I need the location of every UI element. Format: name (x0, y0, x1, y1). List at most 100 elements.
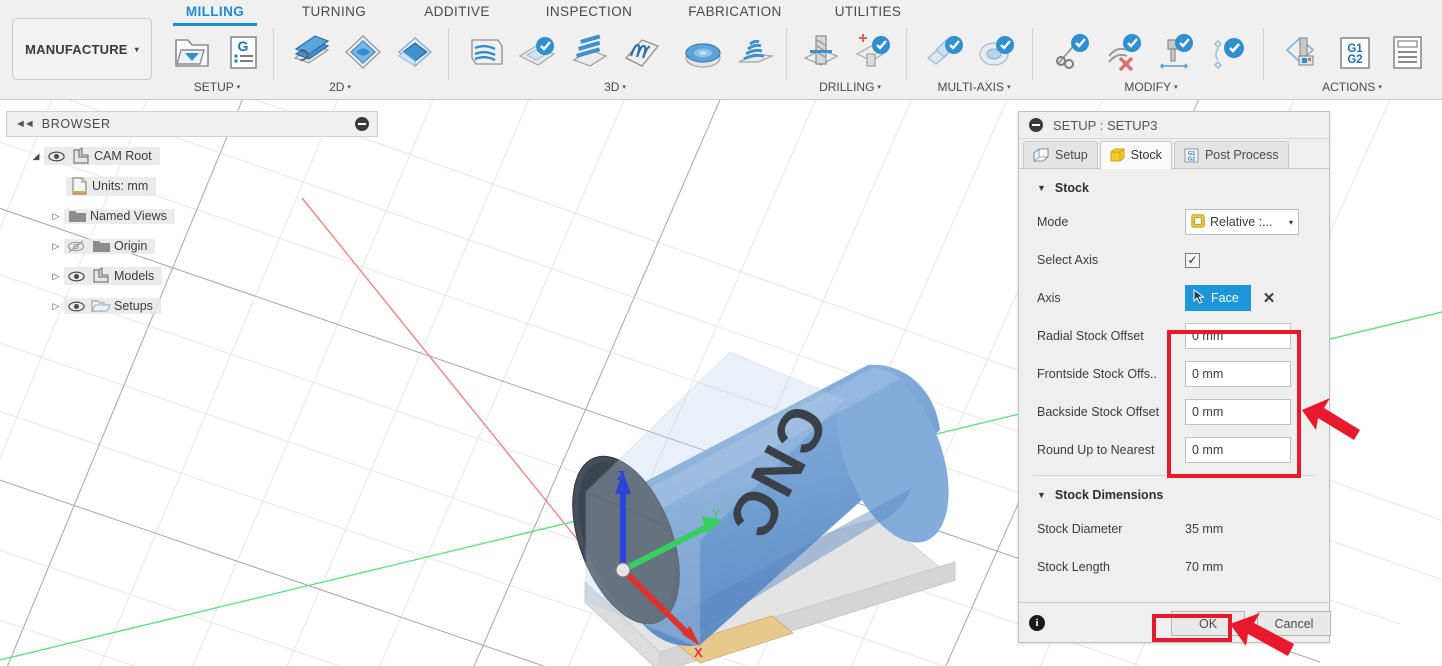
tree-item-label: Origin (114, 239, 148, 253)
select-axis-checkbox[interactable]: ✓ (1185, 252, 1200, 268)
expand-arrow-icon[interactable]: ◢ (28, 151, 44, 162)
label-mode: Mode (1037, 215, 1069, 229)
generate-nc-program-icon[interactable]: G (220, 28, 266, 76)
group-label-multi-axis[interactable]: MULTI-AXIS ▾ (918, 80, 1030, 96)
body-icon (68, 147, 94, 165)
label-stock-length: Stock Length (1037, 560, 1110, 574)
tree-item-units[interactable]: Units: mm (6, 171, 378, 201)
browser-panel: ◄◄ BROWSER ◢ CAM Root Units: mm ▷ Named … (6, 111, 378, 321)
svg-text:G: G (238, 38, 249, 54)
visibility-eye-icon[interactable] (64, 300, 88, 312)
backside-stock-offset-input[interactable]: 0 mm (1185, 399, 1291, 425)
frontside-stock-offset-input[interactable]: 0 mm (1185, 361, 1291, 387)
workspace-label: MANUFACTURE (25, 41, 128, 57)
tab-additive[interactable]: ADDITIVE (410, 4, 504, 24)
group-label-3d[interactable]: 3D ▾ (560, 80, 670, 96)
tab-milling[interactable]: MILLING (170, 4, 260, 24)
tab-post-process[interactable]: G1 G2 Post Process (1173, 141, 1289, 168)
tree-item-label: Units: mm (92, 179, 149, 193)
delete-toolpath-icon[interactable] (1100, 28, 1146, 76)
ok-button-label: OK (1198, 616, 1218, 631)
dialog-body: ▼ Stock Mode Relative :... ▾ Select Axis… (1019, 169, 1329, 602)
cancel-button[interactable]: Cancel (1257, 611, 1331, 636)
simulate-icon[interactable] (1280, 28, 1326, 76)
face-toolpath-icon[interactable] (288, 28, 334, 76)
tab-utilities[interactable]: UTILITIES (812, 4, 924, 24)
tree-item-named-views[interactable]: ▷ Named Views (6, 201, 378, 231)
collapse-triangle-icon[interactable]: ▼ (1037, 490, 1046, 500)
browser-header[interactable]: ◄◄ BROWSER (6, 111, 378, 137)
tab-inspection[interactable]: INSPECTION (530, 4, 648, 24)
pocket-clearing-icon[interactable] (514, 28, 560, 76)
section-header-stock[interactable]: ▼ Stock (1019, 169, 1329, 203)
align-toolpath-icon[interactable] (1204, 28, 1250, 76)
multi-axis-contour-icon[interactable] (922, 28, 968, 76)
expand-arrow-icon[interactable]: ▷ (48, 241, 64, 252)
info-icon[interactable]: i (1029, 614, 1045, 631)
chevron-down-icon: ▾ (877, 84, 881, 91)
tab-stock[interactable]: Stock (1099, 141, 1172, 169)
expand-arrow-icon[interactable]: ▷ (48, 271, 64, 282)
value-stock-length: 70 mm (1185, 560, 1224, 574)
tab-setup[interactable]: Setup (1023, 141, 1098, 168)
group-label-modify[interactable]: MODIFY ▾ (1098, 80, 1204, 96)
frontside-stock-offset-value: 0 mm (1192, 367, 1224, 381)
group-label-actions[interactable]: ACTIONS ▾ (1296, 80, 1408, 96)
tree-item-models[interactable]: ▷ Models (6, 261, 378, 291)
cursor-arrow-icon (1193, 289, 1206, 307)
collapse-triangle-icon[interactable]: ▼ (1037, 183, 1046, 193)
tree-item-origin[interactable]: ▷ Origin (6, 231, 378, 261)
tab-turning[interactable]: TURNING (288, 4, 380, 24)
post-process-icon[interactable]: G1 G2 (1332, 28, 1378, 76)
label-stock-diameter: Stock Diameter (1037, 522, 1123, 536)
expand-arrow-icon[interactable]: ▷ (48, 211, 64, 222)
ribbon-divider (786, 28, 787, 80)
collapse-left-icon[interactable]: ◄◄ (15, 118, 35, 130)
round-up-to-nearest-input[interactable]: 0 mm (1185, 437, 1291, 463)
spiral-toolpath-icon[interactable] (732, 28, 778, 76)
workspace-selector[interactable]: MANUFACTURE ▾ (12, 18, 152, 80)
svg-text:G2: G2 (1188, 156, 1195, 162)
mode-dropdown[interactable]: Relative :... ▾ (1185, 209, 1299, 235)
ok-button[interactable]: OK (1171, 611, 1245, 636)
new-setup-icon[interactable] (168, 28, 214, 76)
dialog-minimize-icon[interactable] (1029, 118, 1043, 132)
group-label-2d[interactable]: 2D ▾ (290, 80, 390, 96)
pocket-toolpath-icon[interactable] (340, 28, 386, 76)
browser-title: BROWSER (41, 117, 111, 131)
axis-face-select-button[interactable]: Face (1185, 285, 1251, 311)
parallel-toolpath-icon[interactable] (618, 28, 664, 76)
row-frontside-stock-offset: Frontside Stock Offs.. 0 mm (1019, 355, 1329, 393)
visibility-eye-icon[interactable] (64, 270, 88, 282)
g-code-icon: G1 G2 (1184, 148, 1199, 163)
add-drill-icon[interactable] (850, 28, 896, 76)
adaptive-clearing-icon[interactable] (462, 28, 508, 76)
slot-toolpath-icon[interactable] (392, 28, 438, 76)
tree-item-cam-root[interactable]: ◢ CAM Root (6, 141, 378, 171)
browser-minimize-icon[interactable] (355, 117, 369, 131)
dialog-title-bar[interactable]: SETUP : SETUP3 (1019, 112, 1329, 139)
tab-fabrication[interactable]: FABRICATION (672, 4, 798, 24)
trim-toolpath-icon[interactable] (1048, 28, 1094, 76)
horizontal-toolpath-icon[interactable] (566, 28, 612, 76)
stock-cube-icon (1110, 148, 1125, 163)
round-up-to-nearest-value: 0 mm (1192, 443, 1224, 457)
radial-stock-offset-input[interactable]: 0 mm (1185, 323, 1291, 349)
multi-axis-swarf-icon[interactable] (974, 28, 1020, 76)
scallop-toolpath-icon[interactable] (680, 28, 726, 76)
tree-item-setups[interactable]: ▷ Setups (6, 291, 378, 321)
expand-arrow-icon[interactable]: ▷ (48, 301, 64, 312)
value-stock-diameter: 35 mm (1185, 522, 1224, 536)
section-header-stock-dimensions[interactable]: ▼ Stock Dimensions (1019, 476, 1329, 510)
visibility-hidden-eye-icon[interactable] (64, 239, 88, 253)
label-backside-stock-offset: Backside Stock Offset (1037, 405, 1160, 419)
setup-sheet-icon[interactable] (1384, 28, 1430, 76)
clear-axis-selection-icon[interactable]: ✕ (1263, 289, 1276, 307)
tab-fabrication-label: FABRICATION (688, 4, 782, 19)
group-label-setup[interactable]: SETUP ▾ (168, 80, 266, 96)
folder-icon (64, 209, 90, 224)
tool-length-icon[interactable] (1152, 28, 1198, 76)
visibility-eye-icon[interactable] (44, 150, 68, 162)
drill-toolpath-icon[interactable] (798, 28, 844, 76)
group-label-drilling[interactable]: DRILLING ▾ (796, 80, 904, 96)
